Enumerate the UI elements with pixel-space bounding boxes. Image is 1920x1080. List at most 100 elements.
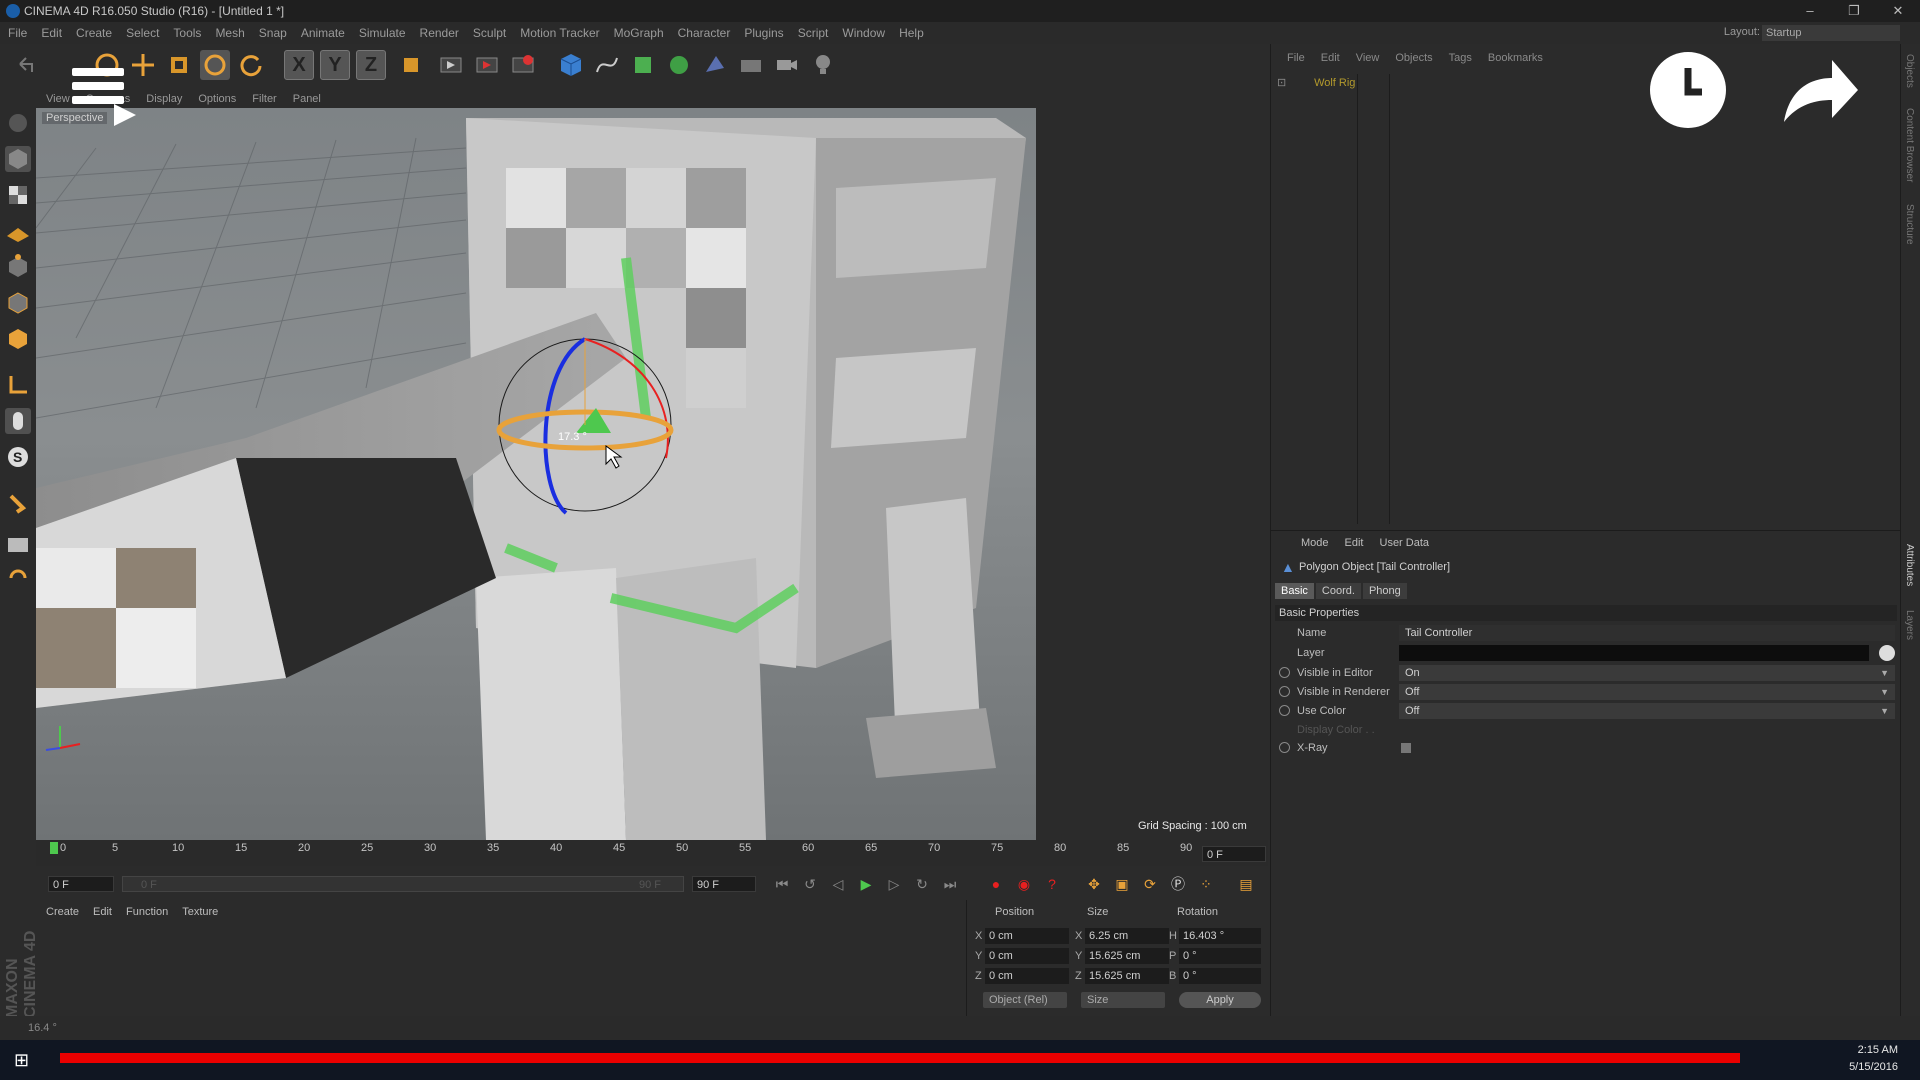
x-axis-lock-button[interactable]: X <box>284 50 314 80</box>
rotation-p-field[interactable]: 0 ° <box>1179 948 1261 964</box>
play-forward-icon[interactable]: ▶ <box>856 874 876 894</box>
previous-frame-icon[interactable]: ◁ <box>828 874 848 894</box>
tab-coord[interactable]: Coord. <box>1315 583 1361 599</box>
menu-help[interactable]: Help <box>899 26 924 40</box>
side-tab-layers[interactable]: Layers <box>1904 610 1915 640</box>
menu-sculpt[interactable]: Sculpt <box>473 26 506 40</box>
menu-mesh[interactable]: Mesh <box>215 26 244 40</box>
current-frame-field[interactable]: 0 F <box>1202 846 1266 862</box>
solo-mode-icon[interactable]: S <box>5 444 31 470</box>
side-tab-attributes[interactable]: Attributes <box>1904 544 1915 586</box>
xray-checkbox[interactable] <box>1401 743 1411 753</box>
rotation-key-icon[interactable]: ⟳ <box>1140 874 1160 894</box>
scale-key-icon[interactable]: ▣ <box>1112 874 1132 894</box>
menu-mograph[interactable]: MoGraph <box>614 26 664 40</box>
watch-later-clock-icon[interactable] <box>1650 52 1726 128</box>
coordinate-system-icon[interactable] <box>396 50 426 80</box>
animate-radio[interactable] <box>1279 742 1290 753</box>
recent-tools-icon[interactable] <box>236 50 266 80</box>
undo-icon[interactable] <box>10 50 40 80</box>
menu-render[interactable]: Render <box>420 26 459 40</box>
size-z-field[interactable]: 15.625 cm <box>1085 968 1169 984</box>
material-menu-edit[interactable]: Edit <box>93 906 112 918</box>
object-menu-file[interactable]: File <box>1287 52 1305 64</box>
apply-button[interactable]: Apply <box>1179 992 1261 1008</box>
planar-workplane-icon[interactable] <box>5 568 31 594</box>
maximize-button[interactable]: ❐ <box>1832 0 1876 22</box>
menu-simulate[interactable]: Simulate <box>359 26 406 40</box>
object-menu-objects[interactable]: Objects <box>1395 52 1432 64</box>
rotation-b-field[interactable]: 0 ° <box>1179 968 1261 984</box>
menu-script[interactable]: Script <box>798 26 829 40</box>
system-clock[interactable]: 2:15 AM 5/15/2016 <box>1849 1042 1898 1076</box>
y-axis-lock-button[interactable]: Y <box>320 50 350 80</box>
start-frame-field[interactable]: 0 F <box>48 876 114 892</box>
render-picture-viewer-icon[interactable] <box>472 50 502 80</box>
viewport-menu-options[interactable]: Options <box>198 93 236 105</box>
render-view-icon[interactable] <box>436 50 466 80</box>
position-key-icon[interactable]: ✥ <box>1084 874 1104 894</box>
side-tab-structure[interactable]: Structure <box>1904 204 1915 245</box>
previous-key-icon[interactable]: ↺ <box>800 874 820 894</box>
point-level-animation-icon[interactable]: ⁘ <box>1196 874 1216 894</box>
size-x-field[interactable]: 6.25 cm <box>1085 928 1169 944</box>
viewport-menu-display[interactable]: Display <box>146 93 182 105</box>
parameter-key-icon[interactable]: Ⓟ <box>1168 874 1188 894</box>
object-menu-edit[interactable]: Edit <box>1321 52 1340 64</box>
windows-start-icon[interactable]: ⊞ <box>14 1050 29 1071</box>
autokeying-icon[interactable]: ◉ <box>1014 874 1034 894</box>
visible-renderer-dropdown[interactable]: Off ▼ <box>1399 684 1895 700</box>
model-mode-icon[interactable] <box>5 146 31 172</box>
tab-phong[interactable]: Phong <box>1362 583 1407 599</box>
viewport-menu-filter[interactable]: Filter <box>252 93 276 105</box>
minimize-button[interactable]: – <box>1788 0 1832 22</box>
size-mode-dropdown[interactable]: Size <box>1081 992 1165 1008</box>
layer-field[interactable] <box>1399 645 1869 661</box>
rotation-h-field[interactable]: 16.403 ° <box>1179 928 1261 944</box>
menu-snap[interactable]: Snap <box>259 26 287 40</box>
attribute-menu-mode[interactable]: Mode <box>1301 537 1329 549</box>
light-icon[interactable] <box>808 50 838 80</box>
menu-create[interactable]: Create <box>76 26 112 40</box>
layer-link-icon[interactable] <box>1879 645 1895 661</box>
texture-mode-icon[interactable] <box>5 182 31 208</box>
object-menu-view[interactable]: View <box>1356 52 1380 64</box>
animate-radio[interactable] <box>1279 705 1290 716</box>
object-menu-tags[interactable]: Tags <box>1449 52 1472 64</box>
viewport-menu-view[interactable]: View <box>46 93 70 105</box>
menu-select[interactable]: Select <box>126 26 159 40</box>
attribute-menu-edit[interactable]: Edit <box>1345 537 1364 549</box>
layout-select[interactable]: Startup <box>1762 25 1900 41</box>
menu-motion-tracker[interactable]: Motion Tracker <box>520 26 599 40</box>
points-mode-icon[interactable] <box>5 254 31 280</box>
end-frame-field[interactable]: 90 F <box>692 876 756 892</box>
menu-animate[interactable]: Animate <box>301 26 345 40</box>
menu-plugins[interactable]: Plugins <box>744 26 783 40</box>
make-editable-icon[interactable] <box>5 110 31 136</box>
render-settings-icon[interactable] <box>508 50 538 80</box>
workplane-icon[interactable] <box>5 218 31 244</box>
animate-radio[interactable] <box>1279 686 1290 697</box>
visible-editor-dropdown[interactable]: On ▼ <box>1399 665 1895 681</box>
locked-workplane-icon[interactable] <box>5 530 31 556</box>
camera-label[interactable]: Perspective <box>42 112 108 124</box>
menu-tools[interactable]: Tools <box>173 26 201 40</box>
name-field[interactable]: Tail Controller <box>1399 625 1895 641</box>
camera-icon[interactable] <box>772 50 802 80</box>
next-frame-icon[interactable]: ▷ <box>884 874 904 894</box>
tab-basic[interactable]: Basic <box>1275 583 1314 599</box>
animate-radio[interactable] <box>1279 667 1290 678</box>
floor-icon[interactable] <box>736 50 766 80</box>
menu-file[interactable]: File <box>8 26 27 40</box>
polygons-mode-icon[interactable] <box>5 326 31 352</box>
scale-tool-icon[interactable] <box>164 50 194 80</box>
close-button[interactable]: ✕ <box>1876 0 1920 22</box>
share-arrow-icon[interactable] <box>1780 56 1860 126</box>
z-axis-lock-button[interactable]: Z <box>356 50 386 80</box>
deformer-icon[interactable] <box>700 50 730 80</box>
enable-snap-icon[interactable] <box>5 490 31 516</box>
playhead-marker[interactable] <box>50 842 58 854</box>
timeline-window-icon[interactable]: ▤ <box>1236 874 1256 894</box>
use-color-dropdown[interactable]: Off ▼ <box>1399 703 1895 719</box>
viewport-3d[interactable]: 17.3 ° <box>36 108 1036 840</box>
